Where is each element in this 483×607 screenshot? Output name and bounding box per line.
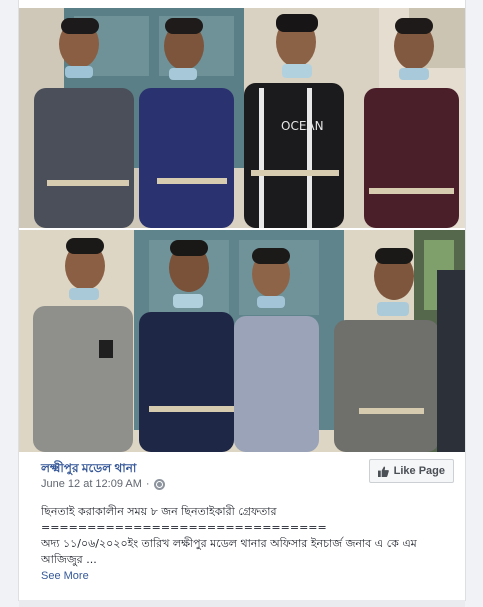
post-photo-top[interactable]: OCEAN [19,8,465,228]
see-more-link[interactable]: See More [41,570,89,582]
post-text-line: অদ্য ১১/০৬/২০২০ইং তারিখ লক্ষীপুর মডেল থা… [41,537,417,550]
post-text-line: আজিজুর ... [41,553,97,566]
photo-bottom-image [19,230,465,452]
photo-top-image: OCEAN [19,8,465,228]
post-timestamp[interactable]: June 12 at 12:09 AM [41,478,142,490]
like-page-button[interactable]: Like Page [368,459,454,483]
page-name-link[interactable]: লক্ষ্মীপুর মডেল থানা [41,460,136,480]
shirt-print-text: OCEAN [281,119,324,133]
post-footer: লক্ষ্মীপুর মডেল থানা June 12 at 12:09 AM… [19,452,465,600]
post-text-line: =============================== [41,521,327,534]
post-text-line: ছিনতাই করাকালীন সময় ৮ জন ছিনতাইকারী গ্র… [41,505,277,518]
like-page-label: Like Page [393,465,445,477]
meta-separator: · [145,478,150,490]
card-bottom-edge [19,600,465,607]
post-photo-bottom[interactable] [19,230,465,452]
post-meta: June 12 at 12:09 AM · [41,478,165,490]
facebook-post-card: OCEAN লক্ষ্মীপুর মডেল থানা June 12 at 12… [19,0,465,600]
post-text: ছিনতাই করাকালীন সময় ৮ জন ছিনতাইকারী গ্র… [41,504,451,568]
thumbs-up-icon [377,465,389,477]
globe-icon [153,478,165,490]
